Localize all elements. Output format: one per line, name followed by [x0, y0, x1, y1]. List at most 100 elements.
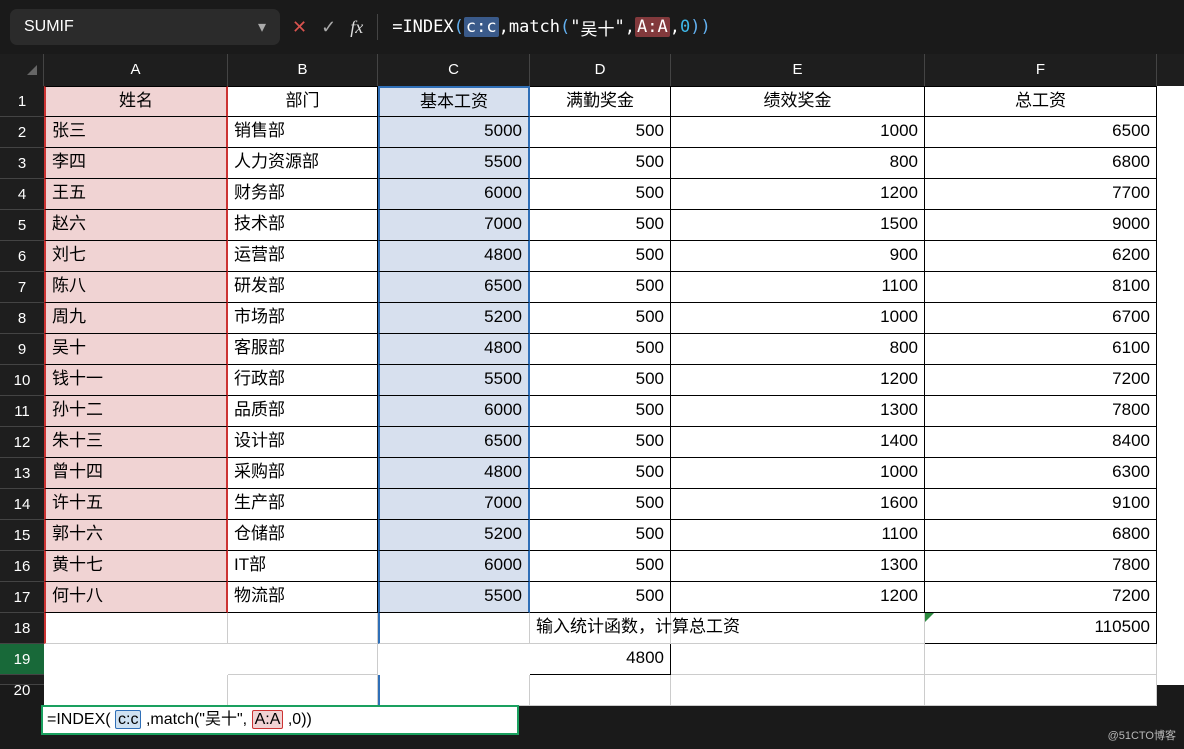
cell[interactable]: 刘七: [44, 241, 228, 272]
cell[interactable]: 500: [530, 396, 671, 427]
cell[interactable]: 5500: [378, 148, 530, 179]
cell[interactable]: 6800: [925, 520, 1157, 551]
cell[interactable]: 品质部: [228, 396, 378, 427]
confirm-icon[interactable]: ✓: [321, 17, 336, 38]
cell[interactable]: [925, 644, 1157, 675]
fx-icon[interactable]: fx: [350, 17, 363, 38]
cell[interactable]: 姓名: [44, 86, 228, 117]
cell[interactable]: 6700: [925, 303, 1157, 334]
cell[interactable]: 6200: [925, 241, 1157, 272]
cell[interactable]: [671, 644, 925, 675]
row-header-1[interactable]: 1: [0, 86, 44, 117]
select-all-corner[interactable]: [0, 54, 44, 86]
cell[interactable]: 500: [530, 489, 671, 520]
cell[interactable]: 6500: [925, 117, 1157, 148]
cell[interactable]: [378, 613, 530, 644]
cell[interactable]: 孙十二: [44, 396, 228, 427]
cell[interactable]: 7700: [925, 179, 1157, 210]
cell[interactable]: 900: [671, 241, 925, 272]
cell[interactable]: 7000: [378, 489, 530, 520]
cell[interactable]: [228, 675, 378, 706]
cell[interactable]: 研发部: [228, 272, 378, 303]
row-header-6[interactable]: 6: [0, 241, 44, 272]
cell[interactable]: 1500: [671, 210, 925, 241]
cell[interactable]: 1200: [671, 365, 925, 396]
col-header-A[interactable]: A: [44, 54, 228, 86]
cell[interactable]: 设计部: [228, 427, 378, 458]
row-header-15[interactable]: 15: [0, 520, 44, 551]
cell[interactable]: 7000: [378, 210, 530, 241]
cell[interactable]: 800: [671, 148, 925, 179]
cell[interactable]: 7200: [925, 582, 1157, 613]
cell[interactable]: 1300: [671, 551, 925, 582]
cell[interactable]: 王五: [44, 179, 228, 210]
cell[interactable]: 500: [530, 210, 671, 241]
row-header-4[interactable]: 4: [0, 179, 44, 210]
cell[interactable]: 5500: [378, 582, 530, 613]
row-header-9[interactable]: 9: [0, 334, 44, 365]
cell[interactable]: 4800: [378, 458, 530, 489]
row-header-3[interactable]: 3: [0, 148, 44, 179]
cell[interactable]: 500: [530, 427, 671, 458]
col-header-F[interactable]: F: [925, 54, 1157, 86]
cell[interactable]: 5200: [378, 303, 530, 334]
cell[interactable]: 财务部: [228, 179, 378, 210]
cell[interactable]: 9100: [925, 489, 1157, 520]
row-header-16[interactable]: 16: [0, 551, 44, 582]
row-header-11[interactable]: 11: [0, 396, 44, 427]
cell[interactable]: 5500: [378, 365, 530, 396]
cell[interactable]: 6000: [378, 551, 530, 582]
cell[interactable]: 8400: [925, 427, 1157, 458]
cell[interactable]: 朱十三: [44, 427, 228, 458]
cell[interactable]: 6000: [378, 179, 530, 210]
cell[interactable]: 500: [530, 458, 671, 489]
cell[interactable]: 4800: [530, 644, 671, 675]
cell[interactable]: 1200: [671, 179, 925, 210]
cell[interactable]: 运营部: [228, 241, 378, 272]
cell[interactable]: 6500: [378, 272, 530, 303]
cell[interactable]: 500: [530, 334, 671, 365]
cell[interactable]: 1400: [671, 427, 925, 458]
cell[interactable]: 曾十四: [44, 458, 228, 489]
cell[interactable]: 1000: [671, 117, 925, 148]
cell[interactable]: 人力资源部: [228, 148, 378, 179]
cell[interactable]: 500: [530, 241, 671, 272]
cell[interactable]: 客服部: [228, 334, 378, 365]
cell[interactable]: 500: [530, 582, 671, 613]
cell[interactable]: 部门: [228, 86, 378, 117]
row-header-14[interactable]: 14: [0, 489, 44, 520]
col-header-D[interactable]: D: [530, 54, 671, 86]
name-box[interactable]: SUMIF ▾: [10, 9, 280, 45]
cell[interactable]: 800: [671, 334, 925, 365]
col-header-E[interactable]: E: [671, 54, 925, 86]
cell[interactable]: 5000: [378, 117, 530, 148]
cell[interactable]: 仓储部: [228, 520, 378, 551]
cell[interactable]: 黄十七: [44, 551, 228, 582]
cell[interactable]: 赵六: [44, 210, 228, 241]
cell[interactable]: 1100: [671, 272, 925, 303]
cell[interactable]: 周九: [44, 303, 228, 334]
cell[interactable]: [530, 675, 671, 706]
formula-input[interactable]: =INDEX(c:c,match("吴十",A:A,0)): [392, 15, 711, 40]
cell[interactable]: 9000: [925, 210, 1157, 241]
cell[interactable]: 500: [530, 551, 671, 582]
cell[interactable]: 钱十一: [44, 365, 228, 396]
row-header-12[interactable]: 12: [0, 427, 44, 458]
row-header-5[interactable]: 5: [0, 210, 44, 241]
cell[interactable]: IT部: [228, 551, 378, 582]
row-header-13[interactable]: 13: [0, 458, 44, 489]
cell[interactable]: 1300: [671, 396, 925, 427]
cell[interactable]: 500: [530, 117, 671, 148]
cell[interactable]: 500: [530, 520, 671, 551]
col-header-B[interactable]: B: [228, 54, 378, 86]
cell[interactable]: 6800: [925, 148, 1157, 179]
row-header-10[interactable]: 10: [0, 365, 44, 396]
cell[interactable]: [671, 675, 925, 706]
cell[interactable]: 李四: [44, 148, 228, 179]
row-header-19[interactable]: 19: [0, 644, 44, 675]
cell[interactable]: 7200: [925, 365, 1157, 396]
cell[interactable]: 500: [530, 365, 671, 396]
cell[interactable]: 1000: [671, 303, 925, 334]
cell[interactable]: 物流部: [228, 582, 378, 613]
row-header-7[interactable]: 7: [0, 272, 44, 303]
